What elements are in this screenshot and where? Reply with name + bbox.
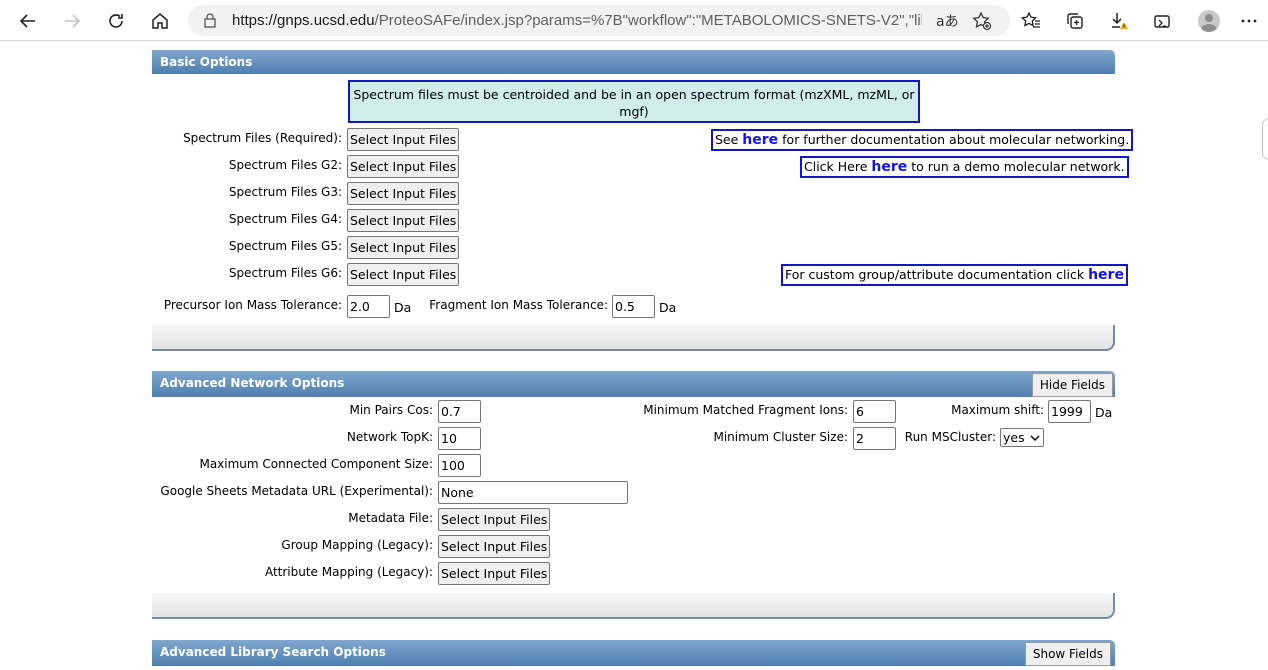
advanced-network-title: Advanced Network Options (160, 376, 345, 390)
min-cluster-size-input[interactable]: 2 (853, 427, 896, 450)
spectrum-files-g3-label: Spectrum Files G3: (228, 185, 342, 199)
demo-suffix: to run a demo molecular network. (907, 159, 1125, 174)
min-matched-ions-label: Minimum Matched Fragment Ions: (643, 403, 848, 417)
sheets-url-label: Google Sheets Metadata URL (Experimental… (160, 484, 433, 498)
min-pairs-cos-input[interactable]: 0.7 (438, 400, 481, 423)
group-mapping-label: Group Mapping (Legacy): (281, 538, 433, 552)
show-fields-button[interactable]: Show Fields (1024, 642, 1111, 666)
back-arrow-icon (19, 14, 35, 28)
collections-button[interactable] (1060, 6, 1090, 36)
run-mscluster-select[interactable]: yes (1000, 428, 1044, 447)
advanced-network-section: Advanced Network Options Hide Fields Min… (152, 371, 1115, 619)
max-shift-unit: Da (1095, 405, 1113, 420)
advanced-library-title: Advanced Library Search Options (160, 645, 386, 659)
spectrum-files-g5-button[interactable]: Select Input Files (347, 236, 460, 259)
extensions-icon (1154, 15, 1170, 28)
basic-options-header[interactable]: Basic Options (152, 50, 1115, 74)
url-path: /ProteoSAFe/index.jsp?params=%7B"workflo… (374, 12, 922, 29)
forward-button[interactable] (57, 6, 87, 36)
precursor-unit: Da (394, 300, 412, 315)
network-topk-label: Network TopK: (346, 430, 433, 444)
basic-options-title: Basic Options (160, 55, 253, 69)
spectrum-files-required-button[interactable]: Select Input Files (347, 128, 460, 151)
spectrum-files-g2-button[interactable]: Select Input Files (347, 155, 460, 178)
browser-toolbar: https://gnps.ucsd.edu/ProteoSAFe/index.j… (0, 0, 1268, 41)
read-aloud-button[interactable]: aあ (936, 11, 959, 31)
url-text: https://gnps.ucsd.edu/ProteoSAFe/index.j… (232, 12, 922, 29)
advanced-library-section: Advanced Library Search Options Show Fie… (152, 640, 1115, 670)
max-shift-label: Maximum shift: (951, 403, 1044, 417)
favorites-icon (1021, 11, 1040, 28)
attribute-mapping-button[interactable]: Select Input Files (438, 562, 551, 585)
spectrum-files-g3-button[interactable]: Select Input Files (347, 182, 460, 205)
notice-text: Spectrum files must be centroided and be… (353, 87, 915, 119)
documentation-link-box: See here for further documentation about… (711, 129, 1134, 151)
run-mscluster-label: Run MSCluster: (904, 430, 996, 444)
extensions-button[interactable] (1147, 6, 1177, 36)
spectrum-files-g4-label: Spectrum Files G4: (228, 212, 342, 226)
lock-icon (204, 13, 216, 28)
profile-avatar[interactable] (1198, 10, 1220, 32)
metadata-file-button[interactable]: Select Input Files (438, 508, 551, 531)
demo-prefix: Click Here (804, 159, 872, 174)
spectrum-files-g6-label: Spectrum Files G6: (228, 266, 342, 280)
spectrum-files-required-label: Spectrum Files (Required): (183, 131, 342, 145)
min-matched-ions-input[interactable]: 6 (853, 400, 896, 423)
group-mapping-button[interactable]: Select Input Files (438, 535, 551, 558)
home-button[interactable] (145, 6, 175, 36)
precursor-tolerance-input[interactable]: 2.0 (347, 295, 390, 318)
basic-options-footer (152, 325, 1115, 351)
back-button[interactable] (13, 6, 43, 36)
attribute-mapping-label: Attribute Mapping (Legacy): (264, 565, 433, 579)
documentation-link[interactable]: here (742, 132, 778, 148)
more-options-icon (1241, 19, 1257, 23)
spectrum-files-g2-label: Spectrum Files G2: (228, 158, 342, 172)
sheets-url-input[interactable]: None (438, 481, 628, 504)
max-component-label: Maximum Connected Component Size: (199, 457, 433, 471)
refresh-icon (109, 14, 123, 28)
fragment-tolerance-label: Fragment Ion Mass Tolerance: (429, 298, 608, 312)
custom-doc-link-box: For custom group/attribute documentation… (781, 264, 1128, 286)
chevron-down-icon (1030, 435, 1040, 441)
spectrum-files-g5-label: Spectrum Files G5: (228, 239, 342, 253)
advanced-network-header[interactable]: Advanced Network Options (152, 371, 1115, 397)
min-pairs-cos-label: Min Pairs Cos: (349, 403, 433, 417)
demo-link[interactable]: here (871, 159, 907, 175)
fragment-unit: Da (659, 300, 677, 315)
hide-fields-button[interactable]: Hide Fields (1031, 373, 1113, 397)
max-shift-input[interactable]: 1999 (1048, 400, 1091, 423)
precursor-tolerance-label: Precursor Ion Mass Tolerance: (163, 298, 342, 312)
notice-box: Spectrum files must be centroided and be… (348, 80, 920, 123)
advanced-network-footer (152, 593, 1115, 619)
address-bar[interactable]: https://gnps.ucsd.edu/ProteoSAFe/index.j… (188, 5, 1010, 36)
demo-link-box: Click Here here to run a demo molecular … (800, 156, 1129, 178)
downloads-button[interactable] (1104, 6, 1134, 36)
home-icon (152, 13, 168, 29)
sidebar-toggle[interactable] (1262, 118, 1268, 160)
documentation-suffix: for further documentation about molecula… (778, 132, 1130, 147)
advanced-library-header[interactable]: Advanced Library Search Options (152, 640, 1115, 666)
forward-arrow-icon (65, 14, 81, 28)
custom-doc-link[interactable]: here (1088, 267, 1124, 283)
spectrum-files-g6-button[interactable]: Select Input Files (347, 263, 460, 286)
fragment-tolerance-input[interactable]: 0.5 (612, 295, 655, 318)
refresh-button[interactable] (101, 6, 131, 36)
documentation-prefix: See (715, 132, 743, 147)
custom-doc-prefix: For custom group/attribute documentation… (785, 267, 1089, 282)
download-icon (1112, 13, 1128, 29)
basic-options-section: Basic Options Spectrum files must be cen… (152, 50, 1134, 351)
run-mscluster-value: yes (1003, 430, 1025, 445)
settings-menu-button[interactable] (1234, 6, 1264, 36)
min-cluster-size-label: Minimum Cluster Size: (713, 430, 848, 444)
url-host: https://gnps.ucsd.edu (232, 12, 375, 29)
favorites-button[interactable] (1016, 6, 1046, 36)
spectrum-files-g4-button[interactable]: Select Input Files (347, 209, 460, 232)
max-component-input[interactable]: 100 (438, 454, 481, 477)
add-favorite-icon[interactable] (972, 11, 992, 31)
network-topk-input[interactable]: 10 (438, 427, 481, 450)
metadata-file-label: Metadata File: (348, 511, 433, 525)
collections-icon (1067, 13, 1083, 29)
